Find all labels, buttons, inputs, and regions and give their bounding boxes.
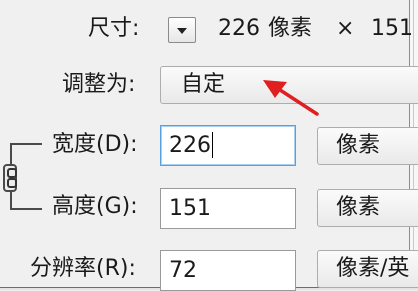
arrow-shaft [275,86,319,116]
resolution-label: 分辨率(R): [30,256,136,281]
size-label: 尺寸: [88,16,140,41]
size-height-value: 151 [371,16,413,41]
text-caret [212,132,213,158]
adjust-to-value: 自定 [181,72,226,97]
arrow-head [263,80,287,98]
resolution-unit-select[interactable]: 像素/英 [317,250,418,288]
size-dropdown-button[interactable] [168,17,196,43]
height-unit-select[interactable]: 像素 [317,189,418,227]
resolution-input[interactable]: 72 [160,250,296,291]
adjust-to-label: 调整为: [62,72,136,97]
chevron-down-icon [177,28,187,34]
link-bracket-bottom [10,208,42,210]
link-bracket-top [10,143,42,145]
link-icon[interactable] [3,164,17,192]
width-unit-select[interactable]: 像素 [317,127,418,165]
size-unit-label: 像素 [268,16,313,41]
width-input[interactable]: 226 [160,125,296,166]
width-input-value: 226 [169,133,211,158]
width-label: 宽度(D): [52,132,138,157]
size-times-sign: × [336,16,355,41]
height-input[interactable]: 151 [160,188,296,229]
size-width-value: 226 [218,16,260,41]
height-label: 高度(G): [52,194,138,219]
red-arrow-annotation-icon [263,80,319,116]
